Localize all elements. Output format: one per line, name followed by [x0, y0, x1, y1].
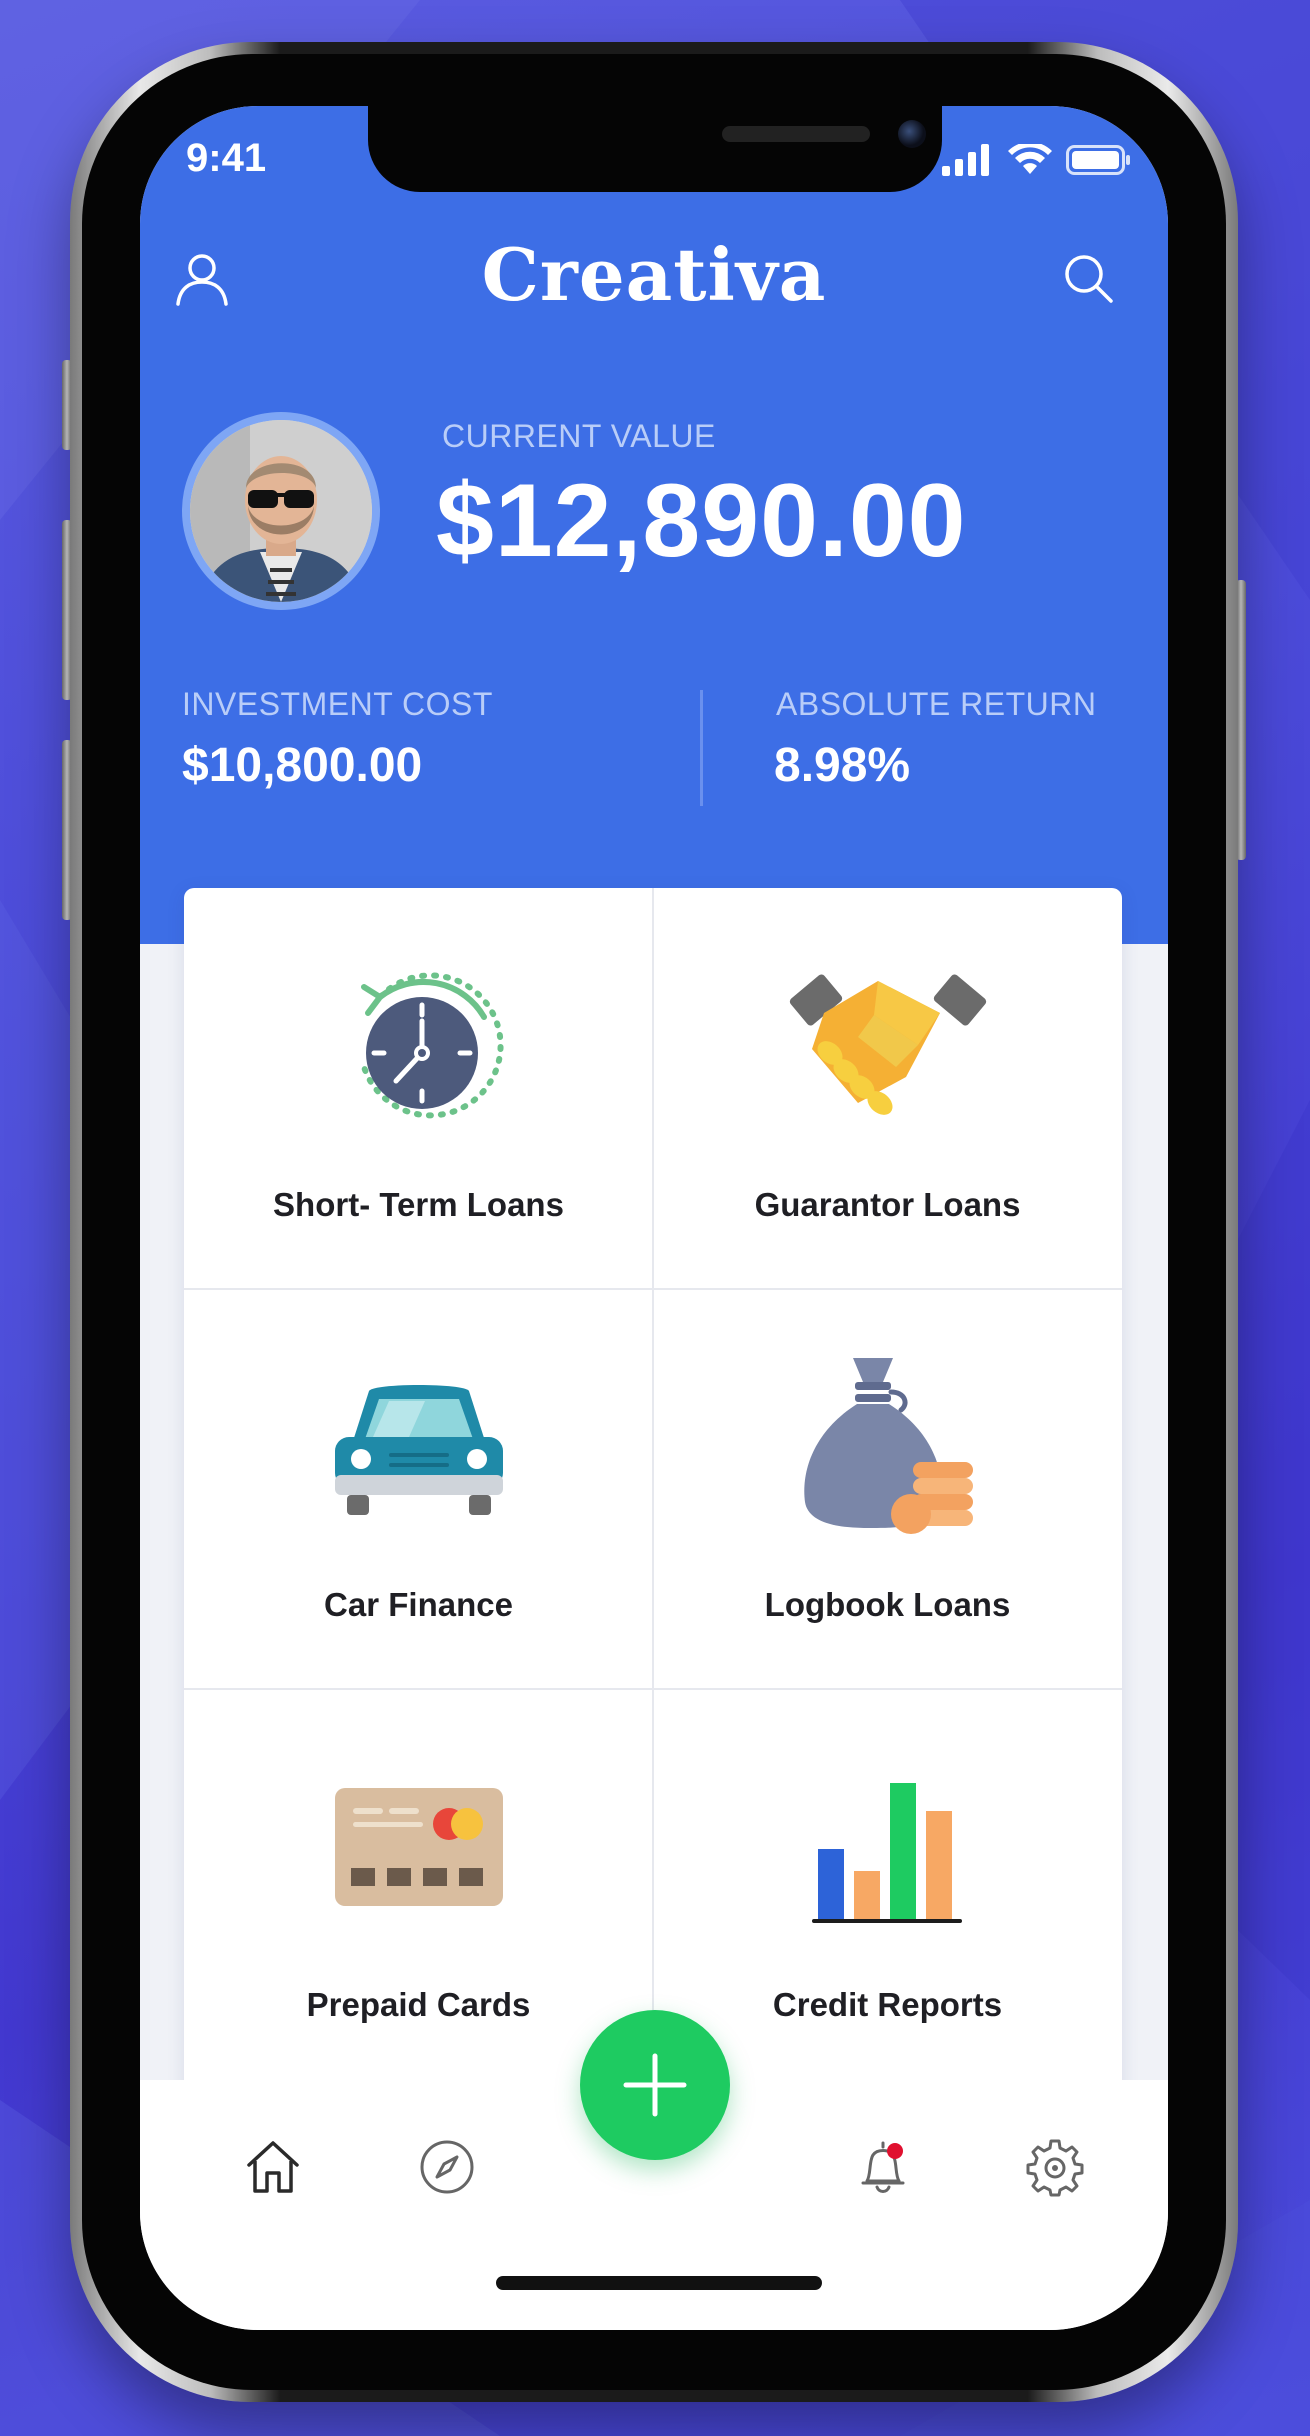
stat-divider — [700, 690, 703, 806]
battery-icon — [1066, 145, 1130, 175]
bell-icon — [861, 2141, 905, 2193]
add-button[interactable] — [580, 2010, 730, 2160]
absolute-return-label: ABSOLUTE RETURN — [776, 686, 1097, 722]
tile-label: Logbook Loans — [764, 1586, 1011, 1623]
tile-short-term-loans[interactable]: Short- Term Loans — [184, 888, 653, 1288]
handshake-icon — [789, 974, 986, 1115]
earpiece-speaker — [722, 126, 870, 142]
person-photo-icon — [190, 420, 372, 602]
tile-label: Guarantor Loans — [754, 1186, 1021, 1223]
compass-icon — [420, 2140, 474, 2194]
search-button[interactable] — [1058, 248, 1118, 308]
tile-prepaid-cards[interactable]: Prepaid Cards — [184, 1688, 653, 2088]
current-value-label: CURRENT VALUE — [442, 418, 716, 454]
credit-card-icon — [334, 1788, 503, 1906]
wifi-icon — [1008, 144, 1052, 174]
clock-refresh-icon — [360, 972, 504, 1119]
tile-label: Prepaid Cards — [306, 1986, 531, 2023]
investment-cost-label: INVESTMENT COST — [182, 686, 493, 722]
bar-chart-icon — [811, 1783, 962, 1923]
tab-explore[interactable] — [412, 2132, 482, 2202]
current-value: $12,890.00 — [436, 463, 967, 579]
money-bag-icon — [803, 1358, 973, 1534]
avatar-photo — [190, 420, 372, 602]
tile-label: Credit Reports — [772, 1986, 1003, 2023]
app-title: Creativa — [481, 232, 827, 317]
absolute-return-value: 8.98% — [774, 739, 911, 792]
front-camera — [898, 120, 926, 148]
avatar[interactable] — [182, 412, 380, 610]
status-time: 9:41 — [186, 136, 267, 180]
tile-label: Short- Term Loans — [273, 1186, 564, 1223]
notch — [368, 106, 942, 192]
car-icon — [334, 1385, 503, 1515]
tab-home[interactable] — [238, 2132, 308, 2202]
tile-credit-reports[interactable]: Credit Reports — [653, 1688, 1122, 2088]
signal-icon — [942, 144, 989, 176]
tab-settings[interactable] — [1020, 2132, 1090, 2202]
app-screen: 9:41 Creativa CURRENT VALUE $12,890.00 I… — [140, 106, 1168, 2330]
status-icons — [942, 144, 1132, 176]
home-indicator[interactable] — [496, 2276, 822, 2290]
tile-guarantor-loans[interactable]: Guarantor Loans — [653, 888, 1122, 1288]
investment-cost-value: $10,800.00 — [182, 739, 423, 792]
tile-logbook-loans[interactable]: Logbook Loans — [653, 1288, 1122, 1688]
tile-label: Car Finance — [324, 1586, 513, 1623]
tile-car-finance[interactable]: Car Finance — [184, 1288, 653, 1688]
search-icon — [1065, 255, 1113, 303]
home-icon — [247, 2141, 299, 2193]
gear-icon — [1026, 2139, 1084, 2197]
tab-notifications[interactable] — [848, 2132, 918, 2202]
plus-icon — [623, 2053, 687, 2117]
